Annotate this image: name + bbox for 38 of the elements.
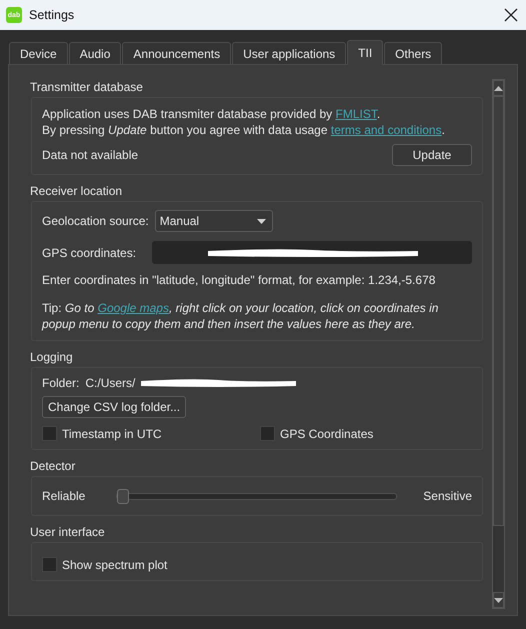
close-icon[interactable] — [504, 8, 518, 22]
field-label: Geolocation source: — [42, 214, 149, 228]
checkbox[interactable]: GPS Coordinates — [260, 426, 472, 441]
folder-path: C:/Users/ — [85, 376, 136, 390]
slider-thumb[interactable] — [117, 488, 130, 504]
link[interactable]: FMLIST — [336, 107, 377, 121]
slider-label: Sensitive — [423, 489, 472, 503]
info-text: Application uses DAB transmiter database provided by FMLIST. By pressing Update button you agree with data usage terms and conditions. — [42, 106, 446, 138]
update-button[interactable]: Update — [392, 144, 472, 166]
tab[interactable]: User applications — [232, 42, 346, 64]
scroll-up-icon[interactable] — [494, 86, 503, 90]
section-heading: Detector — [30, 459, 76, 473]
link[interactable]: Google maps — [98, 301, 169, 315]
section-heading: Logging — [30, 350, 74, 364]
section-heading: Transmitter database — [30, 80, 144, 94]
field-label: Folder: — [42, 376, 80, 390]
section-heading: User interface — [30, 525, 106, 539]
slider-label: Reliable — [42, 489, 86, 503]
status-text: Data not available — [42, 148, 138, 162]
source-dropdown[interactable]: Manual — [154, 210, 273, 232]
tab[interactable]: Announcements — [122, 42, 232, 64]
tab[interactable]: TII — [347, 40, 384, 65]
tab[interactable]: Others — [384, 42, 442, 64]
checkbox[interactable]: Show spectrum plot — [42, 557, 472, 572]
tab[interactable]: Device — [9, 42, 68, 64]
hint-text: Enter coordinates in "latitude, longitude" format, for example: 1.234,-5.678 — [42, 273, 436, 287]
checkbox[interactable]: Timestamp in UTC — [42, 426, 254, 441]
section-heading: Receiver location — [30, 184, 124, 198]
scroll-down-icon[interactable] — [494, 598, 503, 602]
field-label: GPS coordinates: — [42, 246, 136, 260]
caret-icon — [256, 218, 266, 224]
window-title: Settings — [29, 8, 76, 22]
tip-text: Tip: Go to Google maps, right click on your location, click on coordinates in popup menu to copy them and then insert the values here as they are. — [42, 300, 440, 332]
input-field[interactable] — [152, 241, 472, 264]
link[interactable]: terms and conditions — [330, 123, 442, 137]
scrollbar[interactable] — [492, 79, 505, 609]
change-folder-button[interactable]: Change CSV log folder... — [42, 396, 186, 418]
tab[interactable]: Audio — [68, 42, 122, 64]
